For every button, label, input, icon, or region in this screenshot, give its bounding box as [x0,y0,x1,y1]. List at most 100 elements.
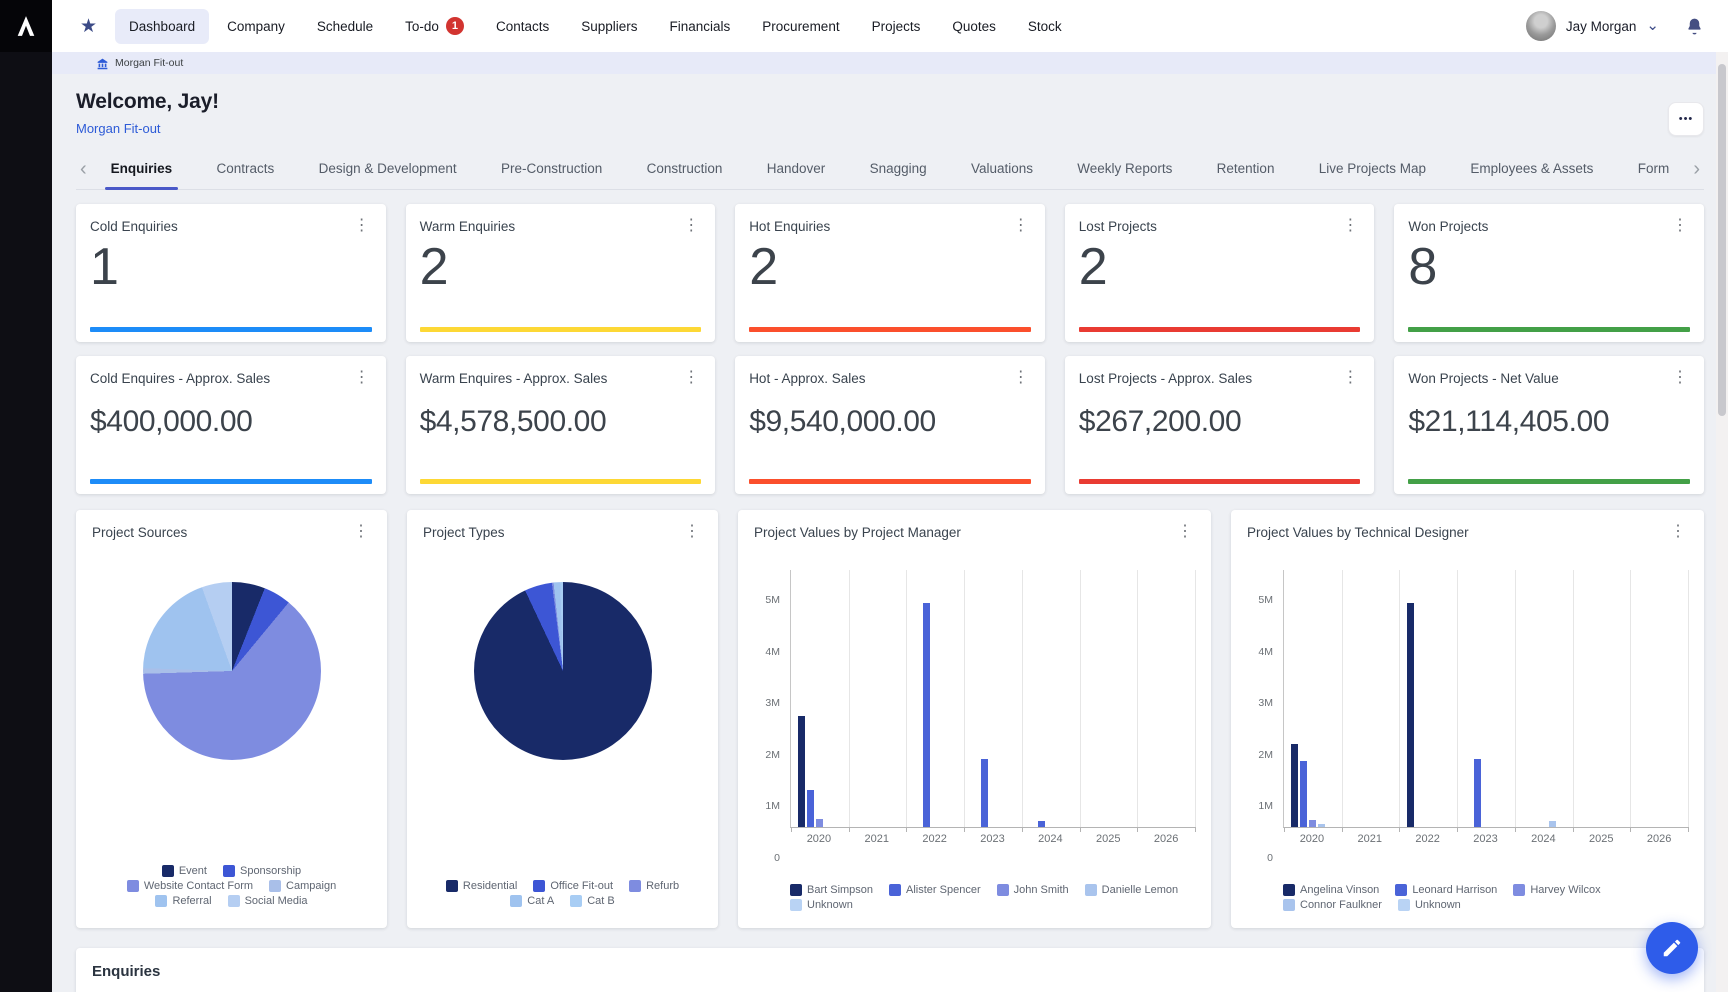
kebab-menu-icon[interactable]: ⋮ [1011,219,1031,233]
legend-item-office-fit-out[interactable]: Office Fit-out [533,880,613,892]
nav-item-schedule[interactable]: Schedule [303,9,387,44]
kebab-menu-icon[interactable]: ⋮ [1340,219,1360,233]
nav-item-financials[interactable]: Financials [656,9,745,44]
chevron-down-icon[interactable]: ⌄ [1646,22,1659,30]
scrollbar-thumb[interactable] [1718,64,1726,416]
tab-weekly-reports[interactable]: Weekly Reports [1067,148,1182,189]
app-logo[interactable] [0,0,52,52]
nav-item-procurement[interactable]: Procurement [748,9,853,44]
tab-form[interactable]: Form [1628,148,1680,189]
kebab-menu-icon[interactable]: ⋮ [352,371,372,385]
nav-item-to-do[interactable]: To-do1 [391,7,478,45]
kebab-menu-icon[interactable]: ⋮ [1670,371,1690,385]
legend-swatch [570,895,582,907]
axis-tick [791,827,792,832]
kpi-card-warm-enquiries: Warm Enquiries⋮2 [406,204,716,342]
chart-card-head: Project Values by Technical Designer⋮ [1247,525,1688,540]
kebab-menu-icon[interactable]: ⋮ [1668,525,1688,539]
kebab-menu-icon[interactable]: ⋮ [682,525,702,539]
legend-item-cat-b[interactable]: Cat B [570,895,615,907]
legend-item-unknown[interactable]: Unknown [790,899,853,911]
kebab-menu-icon[interactable]: ⋮ [1340,371,1360,385]
axis-tick [1688,827,1689,832]
legend-swatch [1398,899,1410,911]
y-axis-tick-label: 0 [754,852,780,864]
y-axis-tick-label: 5M [1247,594,1273,606]
kebab-menu-icon[interactable]: ⋮ [681,219,701,233]
tab-handover[interactable]: Handover [757,148,836,189]
chart-legend: Event Sponsorship Website Contact Form Camp… [107,865,357,907]
y-axis-tick-label: 3M [754,697,780,709]
nav-item-label: Stock [1028,19,1062,34]
legend-item-john-smith[interactable]: John Smith [997,884,1069,896]
nav-item-dashboard[interactable]: Dashboard [115,9,209,44]
project-link[interactable]: Morgan Fit-out [76,121,161,136]
tab-label: Form [1638,161,1670,176]
bell-icon[interactable] [1685,17,1704,36]
legend-item-website-contact-form[interactable]: Website Contact Form [127,880,253,892]
tab-employees-assets[interactable]: Employees & Assets [1460,148,1603,189]
bar-angelina-vinson [1407,603,1414,827]
legend-item-refurb[interactable]: Refurb [629,880,679,892]
kebab-menu-icon[interactable]: ⋮ [1175,525,1195,539]
tab-design-development[interactable]: Design & Development [309,148,467,189]
tabs-scroll-right-icon[interactable]: › [1689,159,1704,179]
nav-item-projects[interactable]: Projects [858,9,935,44]
tab-valuations[interactable]: Valuations [961,148,1043,189]
edit-fab[interactable] [1646,922,1698,974]
tab-contracts[interactable]: Contracts [207,148,285,189]
kpi-value: 2 [749,240,1031,295]
legend-item-angelina-vinson[interactable]: Angelina Vinson [1283,884,1379,896]
more-options-button[interactable]: ••• [1668,102,1704,136]
kebab-menu-icon[interactable]: ⋮ [1011,371,1031,385]
legend-item-residential[interactable]: Residential [446,880,517,892]
nav-item-company[interactable]: Company [213,9,299,44]
nav-item-contacts[interactable]: Contacts [482,9,563,44]
legend-label: Harvey Wilcox [1530,884,1600,896]
nav-item-suppliers[interactable]: Suppliers [567,9,651,44]
tab-pre-construction[interactable]: Pre-Construction [491,148,612,189]
scrollbar[interactable] [1716,52,1728,992]
tabs-scroll-left-icon[interactable]: ‹ [76,159,91,179]
kpi-accent-bar [90,327,372,332]
kpi-card-cold-enquires-approx-sales: Cold Enquires - Approx. Sales⋮$400,000.0… [76,356,386,494]
nav-item-quotes[interactable]: Quotes [938,9,1010,44]
kebab-menu-icon[interactable]: ⋮ [681,371,701,385]
legend-item-sponsorship[interactable]: Sponsorship [223,865,301,877]
legend-item-harvey-wilcox[interactable]: Harvey Wilcox [1513,884,1600,896]
nav-item-stock[interactable]: Stock [1014,9,1076,44]
tab-retention[interactable]: Retention [1207,148,1285,189]
kebab-menu-icon[interactable]: ⋮ [1670,219,1690,233]
tab-enquiries[interactable]: Enquiries [101,148,183,189]
legend-item-cat-a[interactable]: Cat A [510,895,554,907]
breadcrumb-label[interactable]: Morgan Fit-out [115,57,183,69]
bar-alister-spencer [923,603,930,827]
legend-item-bart-simpson[interactable]: Bart Simpson [790,884,873,896]
legend-item-social-media[interactable]: Social Media [228,895,308,907]
kpi-accent-bar [749,479,1031,484]
kpi-accent-bar [749,327,1031,332]
legend-item-event[interactable]: Event [162,865,207,877]
kebab-menu-icon[interactable]: ⋮ [352,219,372,233]
tab-construction[interactable]: Construction [637,148,733,189]
legend-swatch [533,880,545,892]
y-axis-tick-label: 4M [754,646,780,658]
x-axis-tick-label: 2026 [1630,833,1688,845]
favorite-star-icon[interactable]: ★ [80,15,97,38]
kpi-card-head: Won Projects⋮ [1408,219,1690,234]
kebab-menu-icon[interactable]: ⋮ [351,525,371,539]
legend-item-leonard-harrison[interactable]: Leonard Harrison [1395,884,1497,896]
tab-snagging[interactable]: Snagging [860,148,937,189]
legend-item-alister-spencer[interactable]: Alister Spencer [889,884,981,896]
legend-item-campaign[interactable]: Campaign [269,880,336,892]
kpi-value: $4,578,500.00 [420,406,702,438]
user-avatar[interactable] [1526,11,1556,41]
bar-alister-spencer [807,790,814,827]
legend-item-danielle-lemon[interactable]: Danielle Lemon [1085,884,1178,896]
tab-label: Design & Development [319,161,457,176]
tab-live-projects-map[interactable]: Live Projects Map [1309,148,1436,189]
user-name[interactable]: Jay Morgan [1566,19,1637,34]
legend-item-referral[interactable]: Referral [155,895,211,907]
legend-item-unknown[interactable]: Unknown [1398,899,1461,911]
legend-item-connor-faulkner[interactable]: Connor Faulkner [1283,899,1382,911]
